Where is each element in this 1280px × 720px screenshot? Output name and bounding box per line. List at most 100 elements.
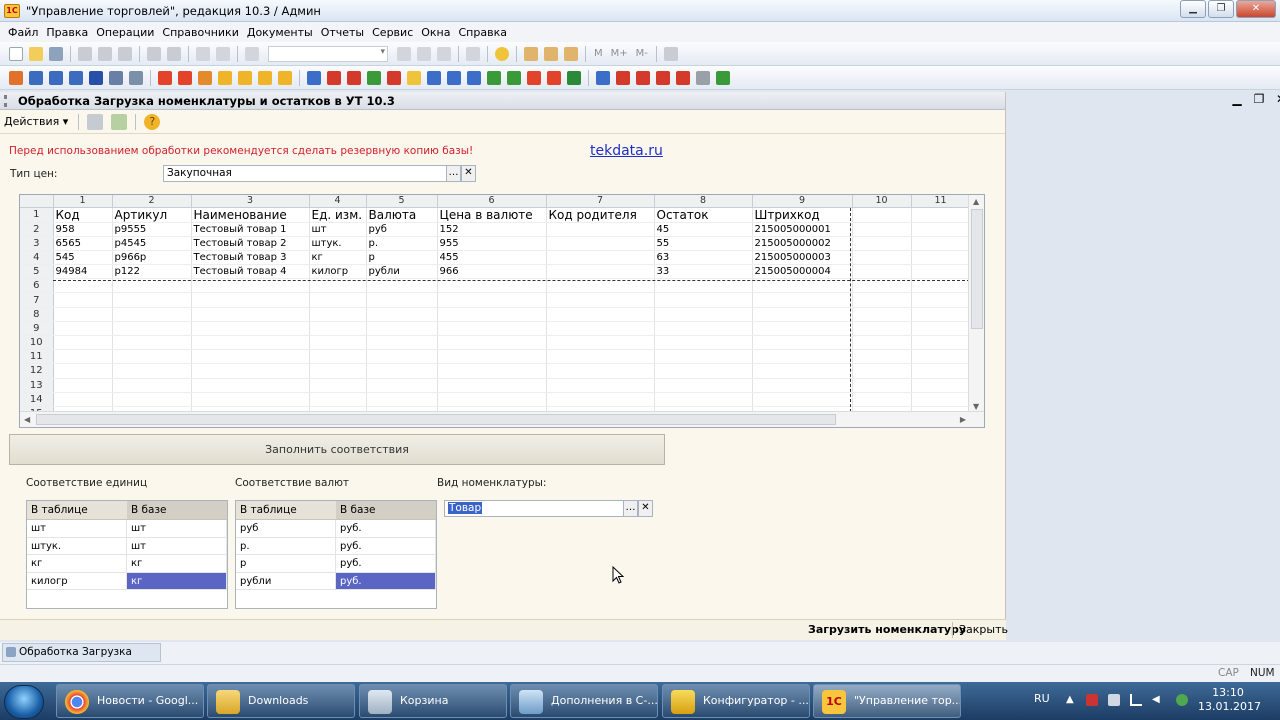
unit-table-cell[interactable]: шт [27, 520, 127, 537]
table-row[interactable]: кг кг [27, 555, 227, 573]
open-folder-icon[interactable] [29, 46, 43, 61]
cash-icon[interactable] [387, 70, 401, 85]
currency-base-cell[interactable]: руб. [336, 537, 436, 554]
restore-icon[interactable]: ❐ [1248, 92, 1270, 106]
empty-cell[interactable] [911, 378, 971, 393]
empty-cell[interactable] [112, 292, 192, 308]
data-cell[interactable]: 955 [437, 236, 547, 251]
unit-table-cell[interactable]: кг [27, 555, 127, 572]
currency-base-cell[interactable]: руб. [336, 555, 436, 572]
data-cell[interactable]: 152 [437, 222, 547, 237]
copy-icon[interactable] [98, 46, 112, 61]
tasks-icon[interactable] [656, 70, 670, 85]
statement-icon[interactable] [447, 70, 461, 85]
empty-cell[interactable] [752, 363, 853, 379]
empty-cell[interactable] [654, 363, 753, 379]
memory-plus-button[interactable]: M+ [611, 48, 628, 59]
data-cell[interactable] [546, 222, 655, 237]
paste-icon[interactable] [118, 46, 132, 61]
taskbar-trade-management[interactable]: 1С "Управление тор... [813, 684, 961, 718]
empty-cell[interactable] [852, 378, 912, 393]
empty-cell[interactable] [366, 321, 438, 337]
table-row[interactable]: руб руб. [236, 520, 436, 538]
redo-icon[interactable] [216, 46, 230, 61]
empty-cell[interactable] [53, 335, 113, 351]
header-cell[interactable] [911, 207, 971, 223]
column-number[interactable]: 10 [852, 195, 912, 208]
header-cell[interactable]: Наименование [191, 207, 310, 223]
empty-cell[interactable] [191, 378, 310, 393]
memory-minus-button[interactable]: M- [636, 48, 648, 59]
warehouse-icon[interactable] [238, 70, 252, 85]
row-number[interactable]: 1 [20, 207, 54, 223]
table-row[interactable]: шт шт [27, 520, 227, 538]
row-number[interactable]: 4 [20, 250, 54, 266]
fill-mappings-button[interactable]: Заполнить соответствия [9, 434, 665, 465]
empty-cell[interactable] [53, 292, 113, 308]
row-number[interactable]: 2 [20, 222, 54, 237]
empty-cell[interactable] [112, 349, 192, 365]
load-nomenclature-button[interactable]: Загрузить номенклатуру [808, 623, 966, 636]
payment-icon[interactable] [347, 70, 361, 85]
empty-cell[interactable] [191, 307, 310, 322]
empty-cell[interactable] [852, 335, 912, 351]
data-cell[interactable]: p4545 [112, 236, 192, 251]
data-cell[interactable] [911, 250, 971, 266]
windows-icon[interactable] [466, 46, 480, 61]
data-cell[interactable]: 33 [654, 264, 753, 280]
data-cell[interactable] [852, 264, 912, 280]
menu-windows[interactable]: Окна [417, 26, 454, 39]
empty-cell[interactable] [112, 378, 192, 393]
horizontal-scroll-thumb[interactable] [36, 414, 836, 425]
empty-cell[interactable] [53, 307, 113, 322]
data-cell[interactable]: 215005000003 [752, 250, 853, 266]
data-cell[interactable]: Тестовый товар 1 [191, 222, 310, 237]
data-cell[interactable]: 215005000004 [752, 264, 853, 280]
show-hidden-icon[interactable]: ▲ [1066, 694, 1078, 706]
empty-cell[interactable] [852, 321, 912, 337]
empty-cell[interactable] [546, 349, 655, 365]
row-number[interactable]: 7 [20, 292, 54, 308]
data-cell[interactable] [852, 222, 912, 237]
empty-cell[interactable] [654, 392, 753, 407]
maximize-icon[interactable]: ❐ [1208, 0, 1234, 18]
empty-cell[interactable] [309, 321, 367, 337]
tekdata-link[interactable]: tekdata.ru [590, 143, 663, 159]
vertical-scrollbar[interactable]: ▲ ▼ [968, 195, 984, 413]
empty-cell[interactable] [911, 349, 971, 365]
empty-cell[interactable] [654, 307, 753, 322]
data-cell[interactable]: 455 [437, 250, 547, 266]
data-cell[interactable]: 958 [53, 222, 113, 237]
row-number[interactable]: 3 [20, 236, 54, 251]
tools-icon[interactable] [716, 70, 730, 85]
units-mapping-table[interactable]: В таблице В базе шт шт штук. шт кг кг килогр… [26, 500, 228, 609]
clear-search-icon[interactable] [397, 46, 411, 61]
empty-cell[interactable] [437, 321, 547, 337]
empty-cell[interactable] [437, 363, 547, 379]
row-number[interactable]: 13 [20, 378, 54, 393]
row-number[interactable]: 14 [20, 392, 54, 407]
search-icon[interactable] [245, 46, 259, 61]
empty-cell[interactable] [752, 378, 853, 393]
report-icon[interactable] [29, 70, 43, 85]
info-icon[interactable] [495, 46, 509, 61]
price-type-field[interactable]: Закупочная [163, 165, 447, 182]
empty-cell[interactable] [53, 392, 113, 407]
row-number[interactable]: 6 [20, 278, 54, 294]
unit-base-cell[interactable]: кг [127, 555, 227, 572]
column-number[interactable]: 11 [911, 195, 971, 208]
empty-cell[interactable] [437, 292, 547, 308]
unit-base-cell[interactable]: шт [127, 520, 227, 537]
empty-cell[interactable] [654, 292, 753, 308]
data-cell[interactable] [852, 250, 912, 266]
empty-cell[interactable] [546, 378, 655, 393]
currency-base-cell[interactable]: руб. [336, 520, 436, 537]
receipt-icon[interactable] [367, 70, 381, 85]
document-journal-icon[interactable] [49, 70, 63, 85]
search-combo[interactable] [268, 45, 388, 62]
scroll-up-icon[interactable]: ▲ [973, 197, 979, 206]
currency-mapping-table[interactable]: В таблице В базе руб руб. р. руб. р руб. руб… [235, 500, 437, 609]
empty-cell[interactable] [546, 307, 655, 322]
data-cell[interactable]: 215005000001 [752, 222, 853, 237]
print-icon[interactable] [147, 46, 161, 61]
